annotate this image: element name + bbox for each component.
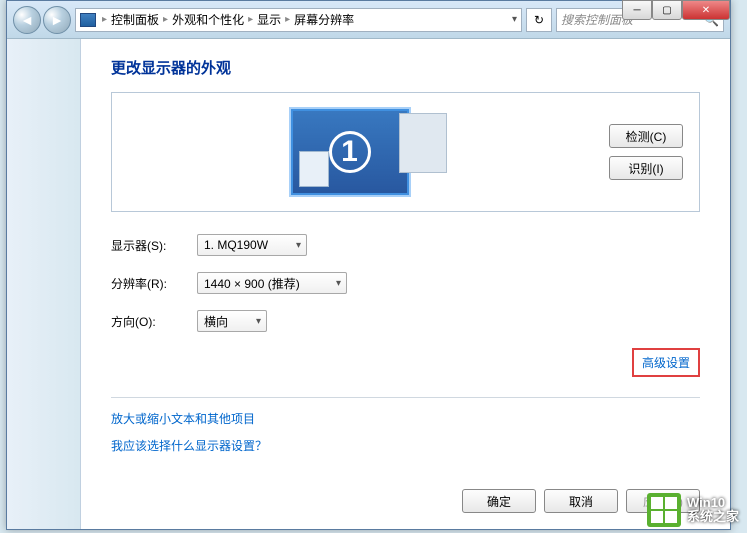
main-panel: 更改显示器的外观 1 检测(C) 识别(I) 显示器(S): 1. MQ bbox=[81, 39, 730, 529]
watermark-line1: Win10 bbox=[687, 496, 739, 510]
detect-button[interactable]: 检测(C) bbox=[609, 124, 683, 148]
resolution-row: 分辨率(R): 1440 × 900 (推荐) bbox=[111, 272, 700, 294]
sidebar bbox=[7, 39, 81, 529]
chevron-right-icon: ▸ bbox=[161, 14, 170, 25]
watermark-line2: 系统之家 bbox=[687, 510, 739, 524]
refresh-icon: ↻ bbox=[534, 13, 544, 27]
display-label: 显示器(S): bbox=[111, 237, 179, 254]
dropdown-icon[interactable]: ▾ bbox=[512, 14, 517, 25]
cancel-button[interactable]: 取消 bbox=[544, 489, 618, 513]
resolution-label: 分辨率(R): bbox=[111, 275, 179, 292]
resolution-value: 1440 × 900 (推荐) bbox=[204, 275, 300, 292]
control-panel-icon bbox=[80, 13, 96, 27]
breadcrumb-bar[interactable]: ▸ 控制面板 ▸ 外观和个性化 ▸ 显示 ▸ 屏幕分辨率 ▾ bbox=[75, 8, 522, 32]
preview-buttons: 检测(C) 识别(I) bbox=[609, 124, 683, 180]
nav-buttons: ◄ ► bbox=[13, 6, 71, 34]
control-panel-window: ─ ▢ ✕ ◄ ► ▸ 控制面板 ▸ 外观和个性化 ▸ 显示 ▸ 屏幕分辨率 ▾ bbox=[6, 0, 731, 530]
watermark-text: Win10 系统之家 bbox=[687, 496, 739, 525]
orientation-value: 横向 bbox=[204, 313, 228, 330]
resolution-dropdown[interactable]: 1440 × 900 (推荐) bbox=[197, 272, 347, 294]
orientation-row: 方向(O): 横向 bbox=[111, 310, 700, 332]
ok-button[interactable]: 确定 bbox=[462, 489, 536, 513]
orientation-dropdown[interactable]: 横向 bbox=[197, 310, 267, 332]
display-row: 显示器(S): 1. MQ190W bbox=[111, 234, 700, 256]
advanced-settings-link[interactable]: 高级设置 bbox=[642, 354, 690, 371]
breadcrumb-appearance[interactable]: 外观和个性化 bbox=[172, 11, 244, 28]
page-title: 更改显示器的外观 bbox=[111, 57, 700, 78]
divider bbox=[111, 397, 700, 398]
back-button[interactable]: ◄ bbox=[13, 6, 41, 34]
links-section: 高级设置 放大或缩小文本和其他项目 我应该选择什么显示器设置？ bbox=[111, 348, 700, 454]
chevron-right-icon: ▸ bbox=[100, 14, 109, 25]
breadcrumb-resolution[interactable]: 屏幕分辨率 bbox=[294, 11, 354, 28]
identify-button[interactable]: 识别(I) bbox=[609, 156, 683, 180]
which-display-link[interactable]: 我应该选择什么显示器设置？ bbox=[111, 437, 700, 454]
display-preview: 1 检测(C) 识别(I) bbox=[111, 92, 700, 212]
monitor-1[interactable]: 1 bbox=[291, 109, 409, 195]
close-button[interactable]: ✕ bbox=[682, 0, 730, 20]
monitor-thumbnail-icon bbox=[299, 151, 329, 187]
back-icon: ◄ bbox=[20, 12, 34, 28]
refresh-button[interactable]: ↻ bbox=[526, 8, 552, 32]
forward-button[interactable]: ► bbox=[43, 6, 71, 34]
enlarge-text-link[interactable]: 放大或缩小文本和其他项目 bbox=[111, 410, 700, 427]
minimize-button[interactable]: ─ bbox=[622, 0, 652, 20]
monitor-arrangement[interactable]: 1 bbox=[128, 109, 609, 195]
display-value: 1. MQ190W bbox=[204, 238, 268, 252]
window-controls: ─ ▢ ✕ bbox=[622, 0, 730, 20]
breadcrumb-control-panel[interactable]: 控制面板 bbox=[111, 11, 159, 28]
monitor-secondary[interactable] bbox=[399, 113, 447, 173]
watermark-logo-icon bbox=[647, 493, 681, 527]
advanced-settings-highlight: 高级设置 bbox=[632, 348, 700, 377]
chevron-right-icon: ▸ bbox=[246, 14, 255, 25]
watermark: Win10 系统之家 bbox=[647, 493, 739, 527]
monitor-number: 1 bbox=[329, 131, 371, 173]
orientation-label: 方向(O): bbox=[111, 313, 179, 330]
display-dropdown[interactable]: 1. MQ190W bbox=[197, 234, 307, 256]
breadcrumb-display[interactable]: 显示 bbox=[257, 11, 281, 28]
forward-icon: ► bbox=[50, 12, 64, 28]
content-area: 更改显示器的外观 1 检测(C) 识别(I) 显示器(S): 1. MQ bbox=[7, 39, 730, 529]
chevron-right-icon: ▸ bbox=[283, 14, 292, 25]
maximize-button[interactable]: ▢ bbox=[652, 0, 682, 20]
